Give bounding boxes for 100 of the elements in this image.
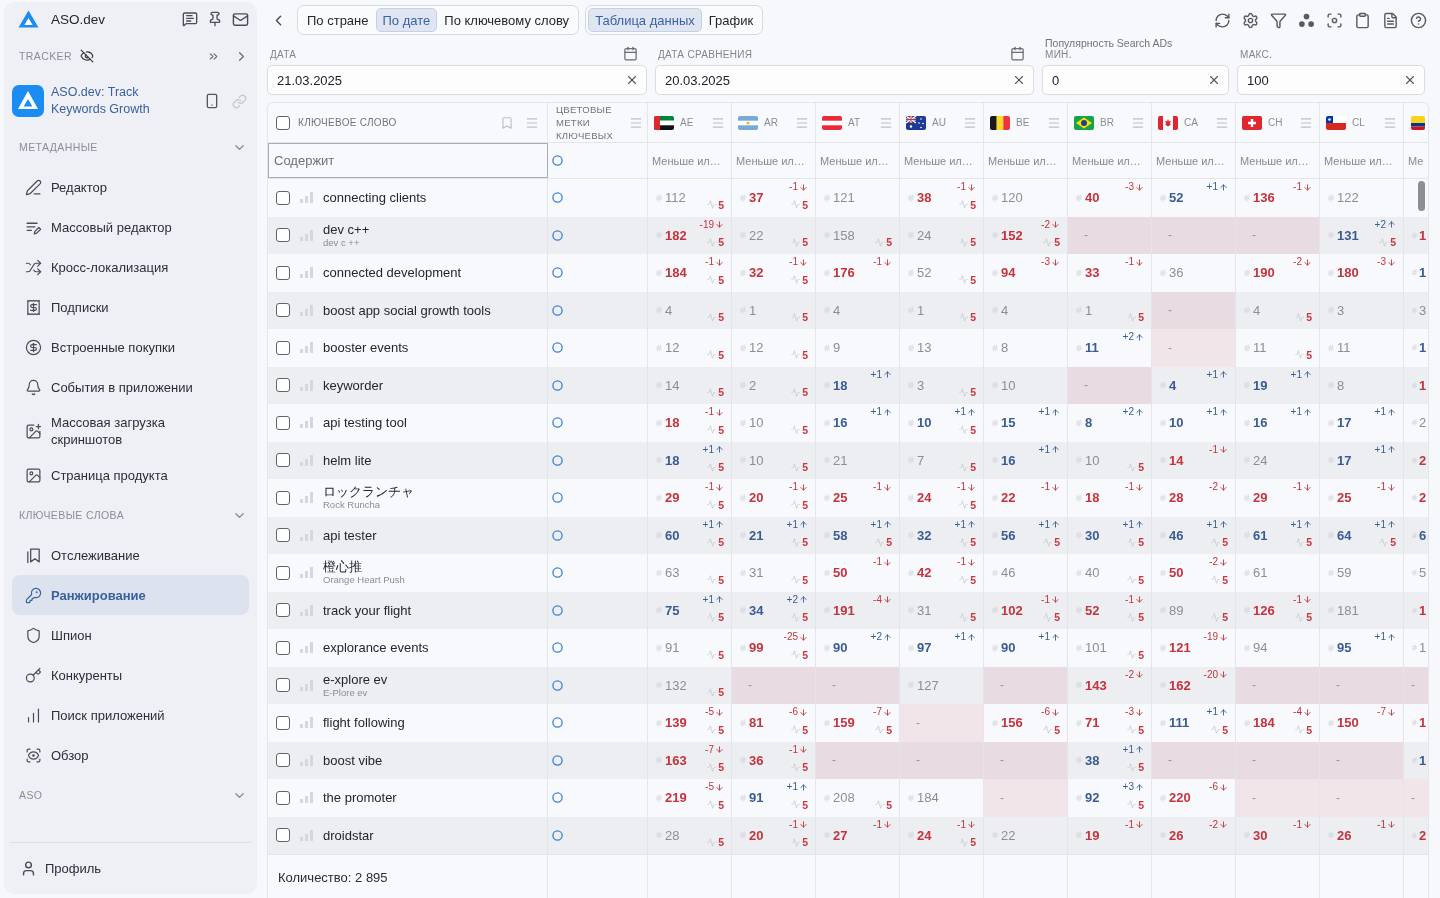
filter-input[interactable]: Меньше ил… <box>736 154 812 167</box>
filter-input[interactable]: Меньше ил… <box>1072 154 1148 167</box>
clear-icon[interactable] <box>1207 73 1221 87</box>
message-icon[interactable] <box>182 11 198 27</box>
display-tab[interactable]: График <box>701 8 761 32</box>
checkbox[interactable] <box>276 528 290 543</box>
checkbox[interactable] <box>276 828 290 843</box>
filter-input[interactable]: Меньше ил… <box>820 154 896 167</box>
nav-item[interactable]: Отслеживание <box>12 535 249 575</box>
checkbox[interactable] <box>276 190 290 205</box>
clear-icon[interactable] <box>1403 73 1417 87</box>
help-icon[interactable] <box>1410 11 1427 29</box>
ring-icon[interactable] <box>552 679 563 691</box>
ring-icon[interactable] <box>552 417 563 429</box>
date-field[interactable]: 20.03.2025 <box>655 65 1034 95</box>
eye-off-icon[interactable] <box>80 49 94 63</box>
filter-input[interactable]: Содержит <box>268 143 548 178</box>
focus-icon[interactable] <box>1326 11 1343 29</box>
checkbox[interactable] <box>276 678 290 693</box>
nav-item[interactable]: Ранжирование <box>12 575 249 615</box>
date-field[interactable]: 21.03.2025 <box>267 65 647 95</box>
view-tab[interactable]: По стране <box>300 8 376 32</box>
nav-item[interactable]: Подписки <box>12 287 249 327</box>
ring-icon[interactable] <box>552 192 563 204</box>
checkbox[interactable] <box>276 378 290 393</box>
document-icon[interactable] <box>1382 11 1399 29</box>
checkbox[interactable] <box>276 715 290 730</box>
clear-icon[interactable] <box>625 73 639 87</box>
ring-icon[interactable] <box>552 342 563 354</box>
nav-item[interactable]: Обзор <box>12 735 249 775</box>
app-name-link[interactable]: ASO.dev: Track Keywords Growth <box>51 84 163 118</box>
mail-icon[interactable] <box>232 10 249 28</box>
checkbox[interactable] <box>276 228 290 243</box>
filter-input[interactable]: Меньше ил… <box>988 154 1064 167</box>
filter-input[interactable]: Меньше ил… <box>1240 154 1316 167</box>
checkbox[interactable] <box>276 565 290 580</box>
view-tab[interactable]: По дате <box>375 8 438 32</box>
ring-icon[interactable] <box>552 492 563 504</box>
ring-icon[interactable] <box>552 267 563 279</box>
calendar-icon[interactable] <box>1010 46 1025 61</box>
filter-input[interactable]: Меньше ил… <box>652 154 728 167</box>
display-tab[interactable]: Таблица данных <box>588 8 702 32</box>
nav-item[interactable]: Шпион <box>12 615 249 655</box>
ring-icon[interactable] <box>552 717 563 729</box>
rank-value: 20 <box>749 827 764 843</box>
ring-icon[interactable] <box>552 454 563 466</box>
checkbox[interactable] <box>276 790 290 805</box>
ring-icon[interactable] <box>552 529 563 541</box>
flag-icon <box>738 115 758 130</box>
refresh-icon[interactable] <box>1214 11 1231 29</box>
ring-icon[interactable] <box>552 304 563 316</box>
clipboard-icon[interactable] <box>1354 11 1371 29</box>
filter-input[interactable]: Меньше ил… <box>1156 154 1232 167</box>
number-field[interactable]: 100 <box>1237 65 1425 95</box>
dots-icon[interactable] <box>1298 11 1315 29</box>
calendar-icon[interactable] <box>623 46 638 61</box>
nav-item[interactable]: Массовая загрузка скриншотов <box>12 407 249 455</box>
nav-item[interactable]: Кросс-локализация <box>12 247 249 287</box>
checkbox[interactable] <box>276 640 290 655</box>
ring-icon[interactable] <box>552 829 563 841</box>
checkbox[interactable] <box>276 603 290 618</box>
filter-input[interactable]: Ме <box>1408 154 1428 167</box>
rank-change: -1 <box>957 181 966 193</box>
app-icon[interactable] <box>12 85 44 117</box>
nav-item[interactable]: Конкуренты <box>12 655 249 695</box>
checkbox[interactable] <box>276 415 290 430</box>
checkbox[interactable] <box>276 265 290 280</box>
pin-icon[interactable] <box>207 11 223 27</box>
ring-icon[interactable] <box>552 792 563 804</box>
nav-item[interactable]: Поиск приложений <box>12 695 249 735</box>
ring-icon[interactable] <box>552 229 563 241</box>
checkbox[interactable] <box>276 115 290 130</box>
nav-item[interactable]: Редактор <box>12 167 249 207</box>
nav-item[interactable]: События в приложении <box>12 367 249 407</box>
checkbox[interactable] <box>276 753 290 768</box>
clear-icon[interactable] <box>1012 73 1026 87</box>
checkbox[interactable] <box>276 340 290 355</box>
checkbox[interactable] <box>276 490 290 505</box>
arrow-up-icon <box>715 520 724 529</box>
ring-icon[interactable] <box>552 754 563 766</box>
filter-icon[interactable] <box>1270 11 1287 29</box>
filter-input[interactable]: Меньше ил… <box>904 154 980 167</box>
checkbox[interactable] <box>276 453 290 468</box>
nav-item[interactable]: Массовый редактор <box>12 207 249 247</box>
profile-link[interactable]: Профиль <box>10 842 251 894</box>
number-field[interactable]: 0 <box>1042 65 1229 95</box>
ring-icon[interactable] <box>552 155 563 166</box>
ring-icon[interactable] <box>552 642 563 654</box>
ring-icon[interactable] <box>552 567 563 579</box>
view-tab[interactable]: По ключевому слову <box>437 8 577 32</box>
ring-icon[interactable] <box>552 379 563 391</box>
scrollbar-thumb[interactable] <box>1418 181 1425 211</box>
phone-icon[interactable] <box>204 93 220 109</box>
filter-input[interactable]: Меньше ил… <box>1324 154 1400 167</box>
rank-change: -1 <box>957 556 966 568</box>
ring-icon[interactable] <box>552 604 563 616</box>
nav-item[interactable]: Страница продукта <box>12 455 249 495</box>
checkbox[interactable] <box>276 303 290 318</box>
settings-icon[interactable] <box>1242 11 1259 29</box>
nav-item[interactable]: Встроенные покупки <box>12 327 249 367</box>
